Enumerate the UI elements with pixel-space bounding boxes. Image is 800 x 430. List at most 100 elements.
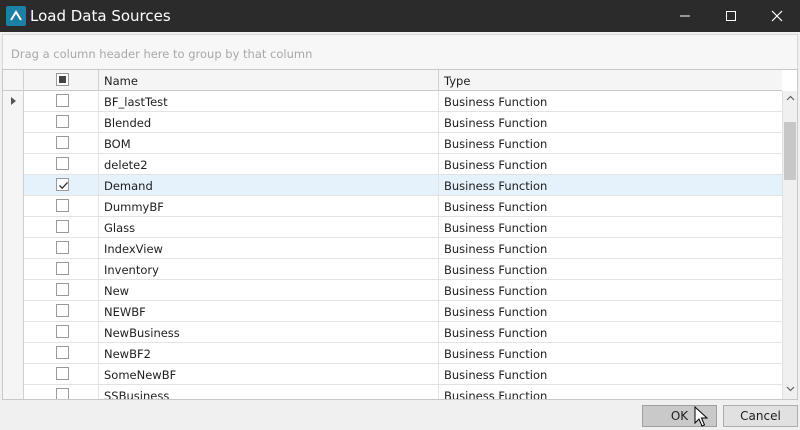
- name-cell[interactable]: IndexView: [99, 238, 439, 259]
- table-row[interactable]: BF_lastTest Business Function: [3, 91, 782, 112]
- maximize-button[interactable]: [708, 0, 754, 32]
- row-checkbox-cell: [24, 217, 99, 238]
- row-checkbox[interactable]: [56, 136, 69, 149]
- column-header-type[interactable]: Type: [439, 70, 782, 91]
- row-checkbox[interactable]: [56, 115, 69, 128]
- dialog-content: Drag a column header here to group by th…: [0, 32, 800, 430]
- group-by-hint: Drag a column header here to group by th…: [11, 47, 313, 61]
- name-cell[interactable]: Demand: [99, 175, 439, 196]
- row-checkbox[interactable]: [56, 346, 69, 359]
- select-all-checkbox[interactable]: [56, 73, 69, 86]
- type-cell[interactable]: Business Function: [439, 196, 782, 217]
- type-cell[interactable]: Business Function: [439, 280, 782, 301]
- title-bar: Load Data Sources: [0, 0, 800, 32]
- row-indicator: [3, 322, 24, 343]
- row-indicator: [3, 364, 24, 385]
- name-cell-text: delete2: [104, 158, 148, 172]
- type-cell-text: Business Function: [444, 389, 548, 400]
- row-checkbox[interactable]: [56, 388, 69, 399]
- row-checkbox[interactable]: [56, 304, 69, 317]
- type-cell[interactable]: Business Function: [439, 175, 782, 196]
- type-cell[interactable]: Business Function: [439, 343, 782, 364]
- row-checkbox-cell: [24, 196, 99, 217]
- name-cell[interactable]: Inventory: [99, 259, 439, 280]
- row-checkbox[interactable]: [56, 157, 69, 170]
- type-cell[interactable]: Business Function: [439, 322, 782, 343]
- row-checkbox[interactable]: [56, 199, 69, 212]
- row-checkbox-cell: [24, 364, 99, 385]
- table-row[interactable]: Demand Business Function: [3, 175, 782, 196]
- column-header-name[interactable]: Name: [99, 70, 439, 91]
- type-cell[interactable]: Business Function: [439, 217, 782, 238]
- type-cell[interactable]: Business Function: [439, 154, 782, 175]
- table-row[interactable]: New Business Function: [3, 280, 782, 301]
- table-row[interactable]: NewBF2 Business Function: [3, 343, 782, 364]
- row-checkbox-cell: [24, 133, 99, 154]
- name-cell[interactable]: NewBusiness: [99, 322, 439, 343]
- scroll-up-icon[interactable]: [786, 95, 795, 101]
- scroll-down-icon[interactable]: [786, 386, 795, 392]
- row-checkbox[interactable]: [56, 262, 69, 275]
- minimize-button[interactable]: [662, 0, 708, 32]
- name-cell[interactable]: Glass: [99, 217, 439, 238]
- cancel-button[interactable]: Cancel: [723, 405, 798, 427]
- row-checkbox[interactable]: [56, 325, 69, 338]
- name-cell-text: NEWBF: [104, 305, 146, 319]
- vertical-scrollbar[interactable]: [782, 91, 797, 399]
- row-checkbox-cell: [24, 175, 99, 196]
- row-indicator: [3, 385, 24, 399]
- type-cell-text: Business Function: [444, 368, 548, 382]
- group-by-panel[interactable]: Drag a column header here to group by th…: [2, 34, 798, 70]
- name-cell[interactable]: delete2: [99, 154, 439, 175]
- name-cell[interactable]: NewBF2: [99, 343, 439, 364]
- type-cell[interactable]: Business Function: [439, 91, 782, 112]
- name-cell[interactable]: NEWBF: [99, 301, 439, 322]
- close-button[interactable]: [754, 0, 800, 32]
- type-cell[interactable]: Business Function: [439, 259, 782, 280]
- type-cell-text: Business Function: [444, 137, 548, 151]
- type-cell[interactable]: Business Function: [439, 238, 782, 259]
- table-row[interactable]: BOM Business Function: [3, 133, 782, 154]
- type-cell-text: Business Function: [444, 284, 548, 298]
- name-cell[interactable]: DummyBF: [99, 196, 439, 217]
- name-cell[interactable]: SSBusiness: [99, 385, 439, 399]
- table-row[interactable]: Blended Business Function: [3, 112, 782, 133]
- name-cell[interactable]: SomeNewBF: [99, 364, 439, 385]
- table-row[interactable]: delete2 Business Function: [3, 154, 782, 175]
- name-cell-text: BOM: [104, 137, 131, 151]
- row-checkbox[interactable]: [56, 220, 69, 233]
- type-cell-text: Business Function: [444, 179, 548, 193]
- table-row[interactable]: IndexView Business Function: [3, 238, 782, 259]
- type-cell-text: Business Function: [444, 263, 548, 277]
- checkmark-icon: [59, 182, 68, 190]
- table-row[interactable]: DummyBF Business Function: [3, 196, 782, 217]
- name-cell[interactable]: BF_lastTest: [99, 91, 439, 112]
- row-checkbox[interactable]: [56, 178, 69, 191]
- scrollbar-thumb[interactable]: [784, 122, 796, 180]
- type-cell[interactable]: Business Function: [439, 385, 782, 400]
- name-cell[interactable]: Blended: [99, 112, 439, 133]
- data-sources-grid: Name Type BF_lastTest Business Function Bl…: [2, 69, 798, 400]
- row-checkbox[interactable]: [56, 94, 69, 107]
- name-cell[interactable]: BOM: [99, 133, 439, 154]
- row-checkbox[interactable]: [56, 367, 69, 380]
- type-cell[interactable]: Business Function: [439, 364, 782, 385]
- name-cell-text: NewBF2: [104, 347, 151, 361]
- table-row[interactable]: SomeNewBF Business Function: [3, 364, 782, 385]
- column-header-name-label: Name: [104, 74, 138, 88]
- name-cell-text: SomeNewBF: [104, 368, 177, 382]
- table-row[interactable]: Glass Business Function: [3, 217, 782, 238]
- row-checkbox[interactable]: [56, 241, 69, 254]
- type-cell[interactable]: Business Function: [439, 112, 782, 133]
- row-checkbox[interactable]: [56, 283, 69, 296]
- table-row[interactable]: Inventory Business Function: [3, 259, 782, 280]
- table-row[interactable]: SSBusiness Business Function: [3, 385, 782, 400]
- table-row[interactable]: NEWBF Business Function: [3, 301, 782, 322]
- table-row[interactable]: NewBusiness Business Function: [3, 322, 782, 343]
- type-cell-text: Business Function: [444, 242, 548, 256]
- type-cell[interactable]: Business Function: [439, 133, 782, 154]
- name-cell[interactable]: New: [99, 280, 439, 301]
- minimize-icon: [680, 15, 690, 17]
- type-cell[interactable]: Business Function: [439, 301, 782, 322]
- current-row-arrow-icon: [11, 97, 16, 105]
